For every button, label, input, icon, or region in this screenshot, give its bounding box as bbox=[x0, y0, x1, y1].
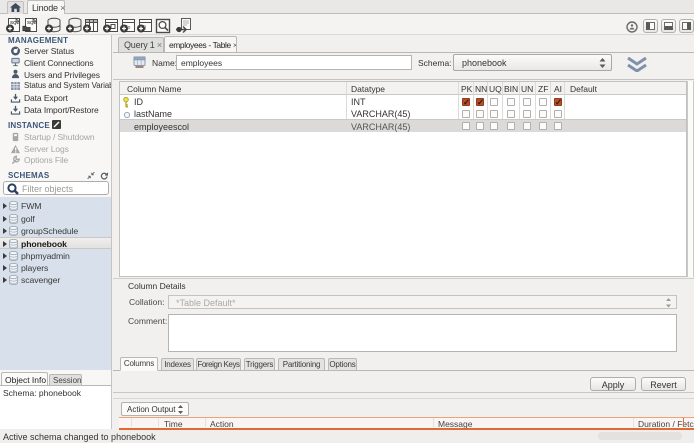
svg-text:SQL: SQL bbox=[27, 20, 37, 25]
svg-text:SQL: SQL bbox=[10, 20, 20, 25]
